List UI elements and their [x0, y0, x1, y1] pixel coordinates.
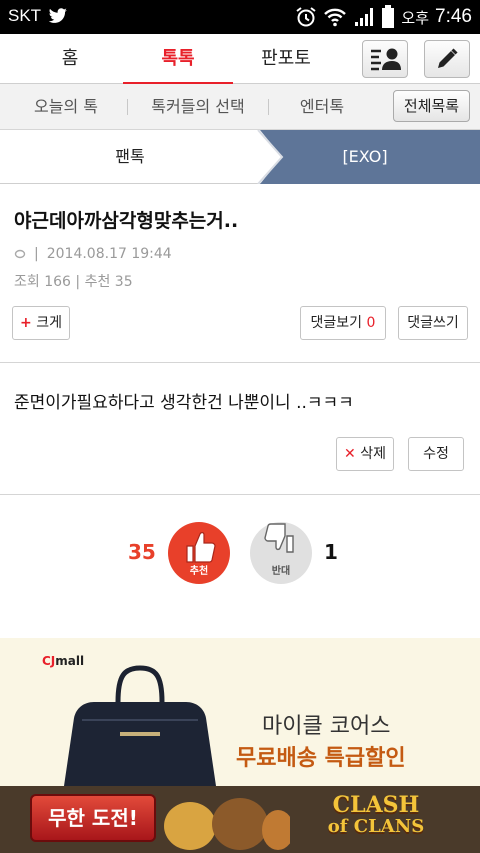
comment-count: 0	[366, 315, 376, 331]
thumbs-up-icon	[186, 532, 216, 563]
handbag-image	[64, 665, 216, 786]
recommend-label: 추천	[84, 274, 111, 290]
post-stats: 조회 166 | 추천 35	[14, 271, 133, 291]
up-vote-count: 35	[128, 540, 156, 564]
post-title: 야근데아까삼각형맞추는거..	[14, 210, 239, 232]
signal-icon	[355, 8, 374, 26]
circle-icon	[14, 249, 26, 259]
plus-icon: +	[20, 315, 32, 331]
sub-nav: 오늘의 톡 톡커들의 선택 엔터톡 전체목록	[0, 84, 480, 130]
game-title-line1: CLASH	[332, 792, 420, 818]
breadcrumb-category[interactable]: [EXO]	[290, 130, 440, 184]
twitter-icon	[48, 8, 67, 23]
breadcrumb: 팬톡 [EXO]	[0, 130, 480, 184]
profile-list-icon	[371, 48, 401, 71]
divider	[0, 362, 480, 363]
edit-button[interactable]: 수정	[408, 437, 464, 471]
tab-home-label: 홈	[61, 48, 79, 69]
comment-text: 준면이가필요하다고 생각한건 나뿐이니 ..ㅋㅋㅋ	[14, 393, 354, 413]
divider	[0, 494, 480, 495]
game-ad-banner[interactable]: 무한 도전! CLASH of CLANS	[0, 786, 480, 853]
down-vote-count: 1	[324, 540, 338, 564]
tab-toktok[interactable]: 톡톡	[123, 34, 233, 85]
post-meta: | 2014.08.17 19:44	[14, 246, 172, 262]
ad-headline: 마이클 코어스	[262, 714, 391, 739]
sub-nav-entertain[interactable]: 엔터톡	[280, 84, 364, 130]
thumbs-down-icon	[264, 523, 294, 553]
wifi-icon	[324, 8, 347, 27]
views-count: 166	[44, 274, 71, 290]
battery-icon	[382, 5, 395, 28]
ampm-label: 오후	[401, 8, 430, 27]
game-characters-image	[164, 798, 290, 850]
main-tab-bar: 홈 톡톡 판포토	[0, 34, 480, 85]
tab-home[interactable]: 홈	[30, 34, 110, 84]
pencil-icon	[438, 48, 458, 68]
oppose-label: 반대	[271, 566, 291, 577]
breadcrumb-board[interactable]: 팬톡	[0, 130, 260, 184]
ad-banner[interactable]: CJmall 마이클 코어스 무료배송 특급할인	[0, 638, 480, 786]
views-label: 조회	[14, 274, 40, 290]
oppose-button[interactable]: 반대	[250, 522, 312, 584]
recommend-label: 추천	[189, 566, 209, 577]
alarm-icon	[296, 7, 317, 27]
ad-brand-prefix: CJ	[42, 654, 56, 668]
meta-separator: |	[75, 274, 85, 290]
tab-photo[interactable]: 판포토	[246, 34, 326, 84]
meta-separator: |	[34, 246, 39, 262]
clock-time: 7:46	[435, 6, 472, 27]
tab-toktok-label: 톡톡	[161, 48, 195, 69]
ad-subheadline: 무료배송 특급할인	[236, 746, 406, 771]
status-bar: SKT 오후 7:46	[0, 0, 480, 34]
all-list-button[interactable]: 전체목록	[393, 90, 470, 122]
profile-list-button[interactable]	[362, 40, 408, 78]
game-title-line2: of CLANS	[327, 816, 425, 837]
sub-nav-pick[interactable]: 톡커들의 선택	[136, 84, 260, 130]
zoom-button[interactable]: + 크게	[12, 306, 70, 340]
delete-button-label: 삭제	[360, 446, 386, 462]
delete-button[interactable]: ✕ 삭제	[336, 437, 394, 471]
post-date: 2014.08.17 19:44	[46, 246, 172, 262]
recommend-button[interactable]: 추천	[168, 522, 230, 584]
recommend-count: 35	[114, 274, 133, 290]
view-comments-label: 댓글보기	[310, 315, 363, 331]
write-comment-button[interactable]: 댓글쓰기	[398, 306, 468, 340]
view-comments-button[interactable]: 댓글보기 0	[300, 306, 386, 340]
sub-nav-divider	[268, 99, 269, 115]
close-icon: ✕	[344, 446, 356, 462]
tab-photo-label: 판포토	[261, 48, 311, 69]
sub-nav-today[interactable]: 오늘의 톡	[16, 84, 116, 130]
write-button[interactable]	[424, 40, 470, 78]
game-title: CLASH of CLANS	[296, 794, 456, 844]
carrier-label: SKT	[8, 6, 42, 25]
zoom-button-label: 크게	[36, 315, 62, 331]
sub-nav-divider	[127, 99, 128, 115]
game-ad-cta: 무한 도전!	[30, 794, 156, 842]
